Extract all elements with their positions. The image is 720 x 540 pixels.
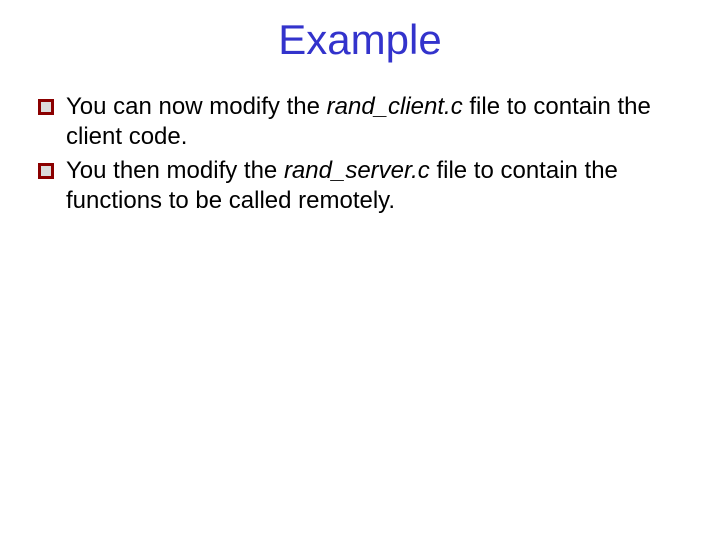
bullet-item: You can now modify the rand_client.c fil… [38,92,688,152]
bullet-pre: You can now modify the [66,93,327,120]
slide-body: You can now modify the rand_client.c fil… [0,64,720,216]
square-bullet-icon [38,99,54,115]
bullet-filename: rand_server.c [284,157,430,184]
bullet-item: You then modify the rand_server.c file t… [38,156,688,216]
bullet-pre: You then modify the [66,157,284,184]
slide-title: Example [0,0,720,64]
slide: Example You can now modify the rand_clie… [0,0,720,540]
square-bullet-icon [38,163,54,179]
bullet-filename: rand_client.c [327,93,463,120]
bullet-text: You then modify the rand_server.c file t… [66,156,688,216]
bullet-text: You can now modify the rand_client.c fil… [66,92,688,152]
